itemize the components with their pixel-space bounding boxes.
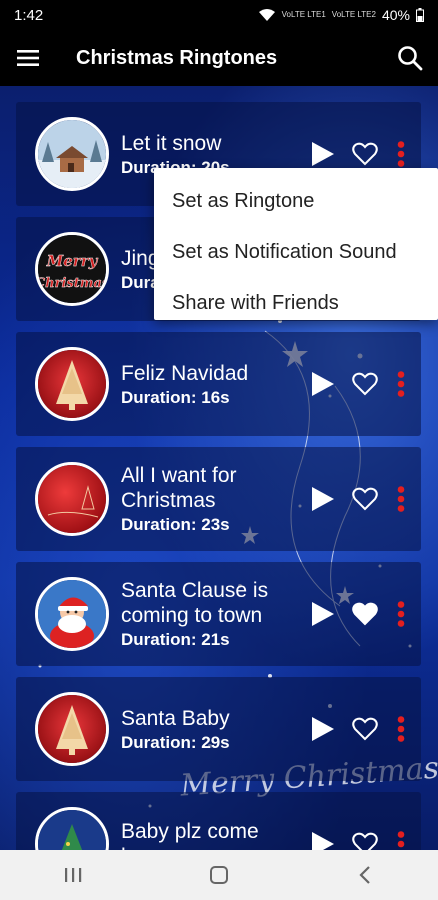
play-icon[interactable] — [305, 366, 341, 402]
status-icons: VoLTE LTE1 VoLTE LTE2 40% — [258, 7, 424, 23]
thumbnail-santa — [35, 577, 109, 651]
song-title: Baby plz come — [121, 820, 259, 843]
thumbnail-merry-christmas: Merry Christmas — [35, 232, 109, 306]
battery-icon — [416, 8, 424, 22]
list-item[interactable]: Santa Baby Duration: 29s — [16, 677, 421, 781]
list-item[interactable]: All I want for Christmas Duration: 23s — [16, 447, 421, 551]
search-icon[interactable] — [382, 30, 438, 86]
play-icon[interactable] — [305, 136, 341, 172]
svg-text:Merry: Merry — [46, 252, 99, 270]
more-vert-icon[interactable] — [389, 596, 413, 632]
home-icon[interactable] — [189, 850, 249, 900]
song-title: Feliz Navidad — [121, 361, 249, 385]
song-actions — [305, 711, 413, 747]
play-icon[interactable] — [305, 481, 341, 517]
song-duration: Duration: 16s — [121, 387, 230, 407]
signal-icon-2: VoLTE LTE2 — [332, 11, 376, 19]
song-title-line2: coming to town — [121, 604, 263, 627]
thumbnail-snowy-house — [35, 117, 109, 191]
more-vert-icon[interactable] — [389, 136, 413, 172]
back-icon[interactable] — [335, 850, 395, 900]
play-icon[interactable] — [305, 826, 341, 850]
list-item[interactable]: Baby plz come home — [16, 792, 421, 850]
more-vert-icon[interactable] — [389, 711, 413, 747]
battery-percent: 40% — [381, 7, 410, 23]
hamburger-menu-icon[interactable] — [0, 30, 56, 86]
more-vert-icon[interactable] — [389, 481, 413, 517]
thumbnail-gold-tree — [35, 692, 109, 766]
signal-icon-1: VoLTE LTE1 — [282, 11, 326, 19]
status-time: 1:42 — [14, 6, 44, 24]
heart-outline-icon[interactable] — [345, 136, 385, 172]
svg-text:Christmas: Christmas — [38, 276, 106, 291]
song-title-line2: Christmas — [121, 489, 216, 512]
thumbnail-red-ornament — [35, 462, 109, 536]
context-menu: Set as Ringtone Set as Notification Soun… — [154, 168, 438, 320]
song-actions — [305, 596, 413, 632]
song-actions — [305, 136, 413, 172]
song-actions — [305, 366, 413, 402]
song-duration: Duration: 29s — [121, 732, 230, 752]
thumbnail-gold-tree — [35, 347, 109, 421]
status-bar: 1:42 VoLTE LTE1 VoLTE LTE2 40% — [0, 0, 438, 30]
heart-outline-icon[interactable] — [345, 826, 385, 850]
system-nav-bar — [0, 850, 438, 900]
signal-label-1: VoLTE LTE1 — [281, 10, 326, 19]
song-title: Santa Clause is — [121, 579, 269, 602]
song-title: Santa Baby — [121, 706, 230, 730]
signal-label-2: VoLTE LTE2 — [331, 10, 376, 19]
heart-filled-icon[interactable] — [345, 596, 385, 632]
list-item[interactable]: Feliz Navidad Duration: 16s — [16, 332, 421, 436]
song-info: Baby plz come home — [121, 819, 305, 850]
menu-item-set-ringtone[interactable]: Set as Ringtone — [154, 176, 438, 227]
song-info: Santa Clause is coming to town Duration:… — [121, 578, 305, 650]
song-info: Santa Baby Duration: 29s — [121, 706, 305, 753]
thumbnail-blue-tree — [35, 807, 109, 850]
song-duration: Duration: 23s — [121, 515, 230, 534]
song-duration: Duration: 21s — [121, 630, 230, 649]
song-actions — [305, 481, 413, 517]
app-bar: Christmas Ringtones — [0, 30, 438, 86]
more-vert-icon[interactable] — [389, 826, 413, 850]
song-actions — [305, 826, 413, 850]
song-info: Feliz Navidad Duration: 16s — [121, 361, 305, 408]
menu-item-set-notification-sound[interactable]: Set as Notification Sound — [154, 227, 438, 278]
more-vert-icon[interactable] — [389, 366, 413, 402]
menu-item-share-with-friends[interactable]: Share with Friends — [154, 278, 438, 329]
heart-outline-icon[interactable] — [345, 366, 385, 402]
list-item[interactable]: Santa Clause is coming to town Duration:… — [16, 562, 421, 666]
play-icon[interactable] — [305, 596, 341, 632]
heart-outline-icon[interactable] — [345, 481, 385, 517]
wifi-icon — [258, 9, 275, 21]
recents-icon[interactable] — [43, 850, 103, 900]
song-info: All I want for Christmas Duration: 23s — [121, 463, 305, 535]
song-title: All I want for — [121, 464, 237, 487]
app-title: Christmas Ringtones — [76, 46, 278, 69]
song-title: Let it snow — [121, 131, 222, 155]
heart-outline-icon[interactable] — [345, 711, 385, 747]
play-icon[interactable] — [305, 711, 341, 747]
